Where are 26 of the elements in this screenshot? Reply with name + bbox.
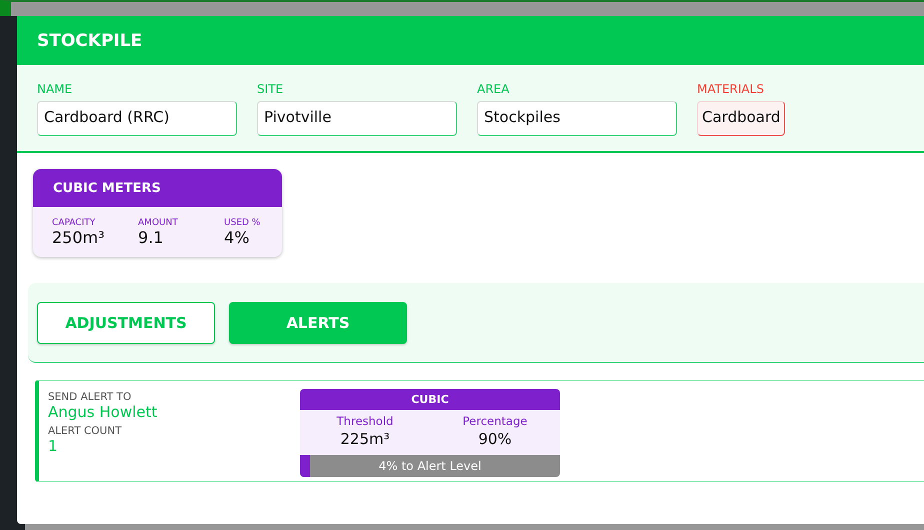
stat-label: CAPACITY — [52, 218, 96, 228]
material-tag[interactable]: Cardboard — [697, 101, 786, 136]
stat-value: 4% — [224, 228, 250, 247]
stat-label: USED % — [224, 218, 262, 228]
threshold-value: 90% — [478, 430, 512, 448]
field-label: AREA — [477, 82, 510, 96]
threshold-label: Threshold — [336, 414, 394, 428]
stat-value: 9.1 — [138, 228, 164, 247]
threshold-value: 225m³ — [340, 430, 390, 448]
input-field[interactable]: Pivotville — [257, 101, 457, 136]
dialog-title: STOCKPILE — [37, 30, 142, 50]
alert-count-label: ALERT COUNT — [48, 425, 122, 437]
input-field[interactable]: Cardboard (RRC) — [37, 101, 237, 136]
input-field[interactable]: Stockpiles — [477, 101, 677, 136]
send-alert-label: SEND ALERT TO — [48, 391, 132, 403]
stat-label: AMOUNT — [138, 218, 179, 228]
card-title: CUBIC METERS — [53, 180, 161, 196]
recipient-name: Angus Howlett — [48, 403, 158, 421]
stat-value: 250m³ — [52, 228, 106, 247]
field-label: SITE — [257, 82, 284, 96]
alert-count: 1 — [48, 437, 59, 455]
field-label: NAME — [37, 82, 74, 96]
card-title: CUBIC — [411, 393, 449, 406]
progress-text: 4% to Alert Level — [378, 459, 482, 473]
threshold-label: Percentage — [462, 414, 528, 428]
field-label: MATERIALS — [697, 82, 765, 96]
